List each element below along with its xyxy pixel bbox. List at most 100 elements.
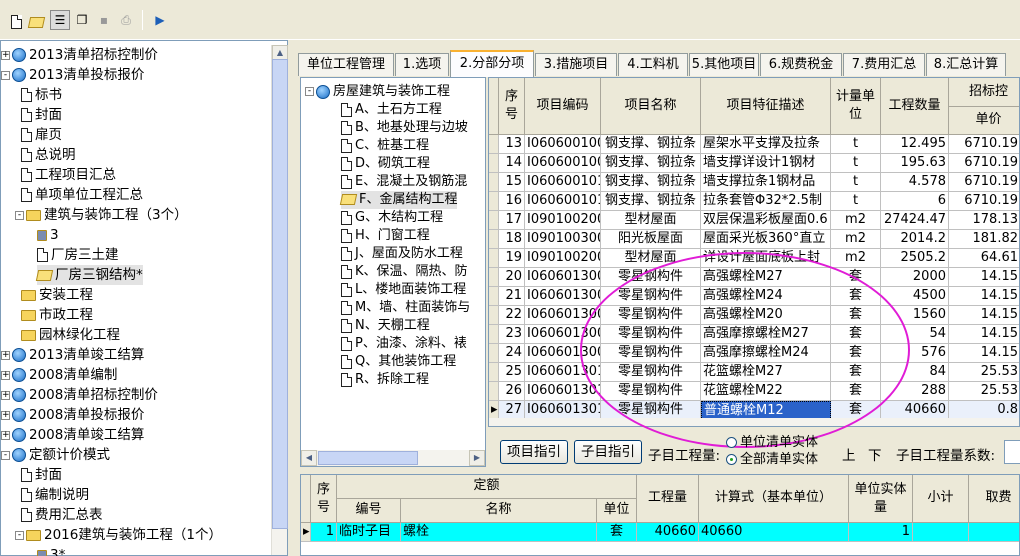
cell-desc[interactable]: 屋架水平支撑及拉条 xyxy=(701,135,831,154)
cell-no[interactable]: 19 xyxy=(499,249,525,268)
cell-desc[interactable]: 双层保温彩板屋面0.6 xyxy=(701,211,831,230)
cell-desc[interactable]: 墙支撑拉条1钢材品 xyxy=(701,173,831,192)
tree-item[interactable]: +2013清单竣工结算 xyxy=(1,345,144,365)
tree-item[interactable]: 工程项目汇总 xyxy=(21,165,116,185)
division-item[interactable]: M、墙、柱面装饰与 xyxy=(341,299,470,317)
collapse-icon[interactable]: - xyxy=(305,87,314,96)
cell-unit[interactable]: m2 xyxy=(831,211,881,230)
cell-qty[interactable]: 195.63 xyxy=(881,154,949,173)
tree-item[interactable]: 总说明 xyxy=(21,145,76,165)
cell-price[interactable]: 14.15 xyxy=(949,325,1019,344)
cell-price[interactable]: 6710.19 xyxy=(949,173,1019,192)
tab-8[interactable]: 8.汇总计算 xyxy=(926,53,1006,76)
cell-qty[interactable]: 2000 xyxy=(881,268,949,287)
division-item[interactable]: D、砌筑工程 xyxy=(341,155,430,173)
tree-item[interactable]: 编制说明 xyxy=(21,485,89,505)
cell-unit[interactable]: t xyxy=(831,173,881,192)
cell-name[interactable]: 阳光板屋面 xyxy=(601,230,701,249)
cell-name[interactable]: 钢支撑、钢拉条 xyxy=(601,173,701,192)
tab-6[interactable]: 6.规费税金 xyxy=(760,53,842,76)
cell-code[interactable]: I0606001001 xyxy=(525,135,601,154)
division-item[interactable]: K、保温、隔热、防 xyxy=(341,263,468,281)
cell-unit[interactable]: m2 xyxy=(831,230,881,249)
hscroll-thumb[interactable] xyxy=(318,451,418,465)
cell-code[interactable]: I0901003001 xyxy=(525,230,601,249)
quota-grid[interactable]: 序号 定额 编号 名称 单位 工程量 计算式（基本单位） 单位实体量 小计 取费 ▸ 1 临时子目 螺栓套… xyxy=(300,474,1020,556)
collapse-icon[interactable]: - xyxy=(1,450,10,460)
expand-icon[interactable]: + xyxy=(1,350,10,360)
cell-code[interactable]: I0606001011 xyxy=(525,173,601,192)
sub-guide-button[interactable]: 子目指引 xyxy=(574,440,642,464)
project-tree-scrollbar[interactable]: ▲ xyxy=(271,45,288,555)
tree-item[interactable]: 封面 xyxy=(21,465,62,485)
tree-item[interactable]: 3 xyxy=(37,225,59,245)
unit-entity-option[interactable]: 单位清单实体 xyxy=(726,435,818,451)
cell-name[interactable]: 型材屋面 xyxy=(601,211,701,230)
cell-no[interactable]: 17 xyxy=(499,211,525,230)
radio-selected-icon[interactable] xyxy=(726,454,737,465)
division-item[interactable]: R、拆除工程 xyxy=(341,371,429,389)
cell-no[interactable]: 15 xyxy=(499,173,525,192)
radio-icon[interactable] xyxy=(726,437,737,448)
cell-code[interactable]: I0901002001 xyxy=(525,211,601,230)
division-tree[interactable]: - 房屋建筑与装饰工程 A、土石方工程 B、地基处理与边坡 C、桩基工程 D、砌筑工程 E、… xyxy=(300,77,486,467)
tree-item[interactable]: +2008清单编制 xyxy=(1,365,117,385)
cell-price[interactable]: 14.15 xyxy=(949,306,1019,325)
cell-price[interactable]: 14.15 xyxy=(949,287,1019,306)
cell-code[interactable]: I0606013001 xyxy=(525,287,601,306)
tree-item[interactable]: +2008清单竣工结算 xyxy=(1,425,144,445)
cell-no[interactable]: 25 xyxy=(499,363,525,382)
tab-3[interactable]: 3.措施项目 xyxy=(535,53,617,76)
collapse-icon[interactable]: - xyxy=(15,530,24,540)
cell-name[interactable]: 钢支撑、钢拉条 xyxy=(601,135,701,154)
tree-item[interactable]: - 建筑与装饰工程（3个） xyxy=(15,205,188,225)
tree-item[interactable]: 厂房三钢结构* xyxy=(35,265,143,285)
cell-code[interactable]: I0901002001 xyxy=(525,249,601,268)
bcell-code[interactable]: 临时子目 xyxy=(337,523,401,542)
cell-unit[interactable]: t xyxy=(831,154,881,173)
division-item[interactable]: L、楼地面装饰工程 xyxy=(341,281,466,299)
cell-price[interactable]: 25.53 xyxy=(949,382,1019,401)
scroll-right-icon[interactable]: ▶ xyxy=(469,450,485,466)
tree-item[interactable]: 费用汇总表 xyxy=(21,505,103,525)
cell-desc[interactable]: 拉条套管Φ32*2.5制 xyxy=(701,192,831,211)
tree-item[interactable]: 园林绿化工程 xyxy=(21,325,120,345)
copy-icon[interactable]: ❐ xyxy=(72,10,92,30)
collapse-icon[interactable]: - xyxy=(15,210,24,220)
all-entity-option[interactable]: 全部清单实体 xyxy=(726,452,818,468)
tree-item[interactable]: 单项单位工程汇总 xyxy=(21,185,143,205)
expand-icon[interactable]: + xyxy=(1,430,10,440)
collapse-icon[interactable]: - xyxy=(1,70,10,80)
tree-item[interactable]: +2008清单招标控制价 xyxy=(1,385,158,405)
division-item[interactable]: N、天棚工程 xyxy=(341,317,430,335)
bcell-entity[interactable]: 1 xyxy=(849,523,913,542)
cell-code[interactable]: I0606001001 xyxy=(525,154,601,173)
cell-qty[interactable]: 27424.47 xyxy=(881,211,949,230)
cell-unit[interactable]: t xyxy=(831,135,881,154)
new-doc-icon[interactable] xyxy=(6,10,26,30)
bcell-qty[interactable]: 40660 xyxy=(637,523,699,542)
save-icon[interactable]: ▪ xyxy=(94,10,114,30)
coef-input[interactable] xyxy=(1004,440,1020,464)
up-button[interactable]: 上 xyxy=(842,444,856,464)
bcell-no[interactable]: 1 xyxy=(311,523,337,542)
cell-desc[interactable]: 墙支撑详设计1钢材 xyxy=(701,154,831,173)
expand-icon[interactable]: + xyxy=(1,370,10,380)
cell-code[interactable]: I0606013001 xyxy=(525,268,601,287)
cell-unit[interactable]: m2 xyxy=(831,249,881,268)
cell-unit[interactable]: t xyxy=(831,192,881,211)
division-item[interactable]: C、桩基工程 xyxy=(341,137,429,155)
cell-price[interactable]: 6710.19 xyxy=(949,192,1019,211)
bcell-name[interactable]: 螺栓 xyxy=(401,523,597,542)
item-guide-button[interactable]: 项目指引 xyxy=(500,440,568,464)
division-item[interactable]: A、土石方工程 xyxy=(341,101,442,119)
tree-view-icon[interactable]: ☰ xyxy=(50,10,70,30)
tree-item[interactable]: +2008清单投标报价 xyxy=(1,405,144,425)
tree-item[interactable]: - 2016建筑与装饰工程（1个） xyxy=(15,525,222,545)
division-root[interactable]: - 房屋建筑与装饰工程 xyxy=(305,83,450,101)
tab-2[interactable]: 2.分部分项 xyxy=(450,50,534,77)
tab-0[interactable]: 单位工程管理 xyxy=(298,53,394,76)
cell-qty[interactable]: 2014.2 xyxy=(881,230,949,249)
division-item[interactable]: G、木结构工程 xyxy=(341,209,443,227)
cell-name[interactable]: 钢支撑、钢拉条 xyxy=(601,192,701,211)
